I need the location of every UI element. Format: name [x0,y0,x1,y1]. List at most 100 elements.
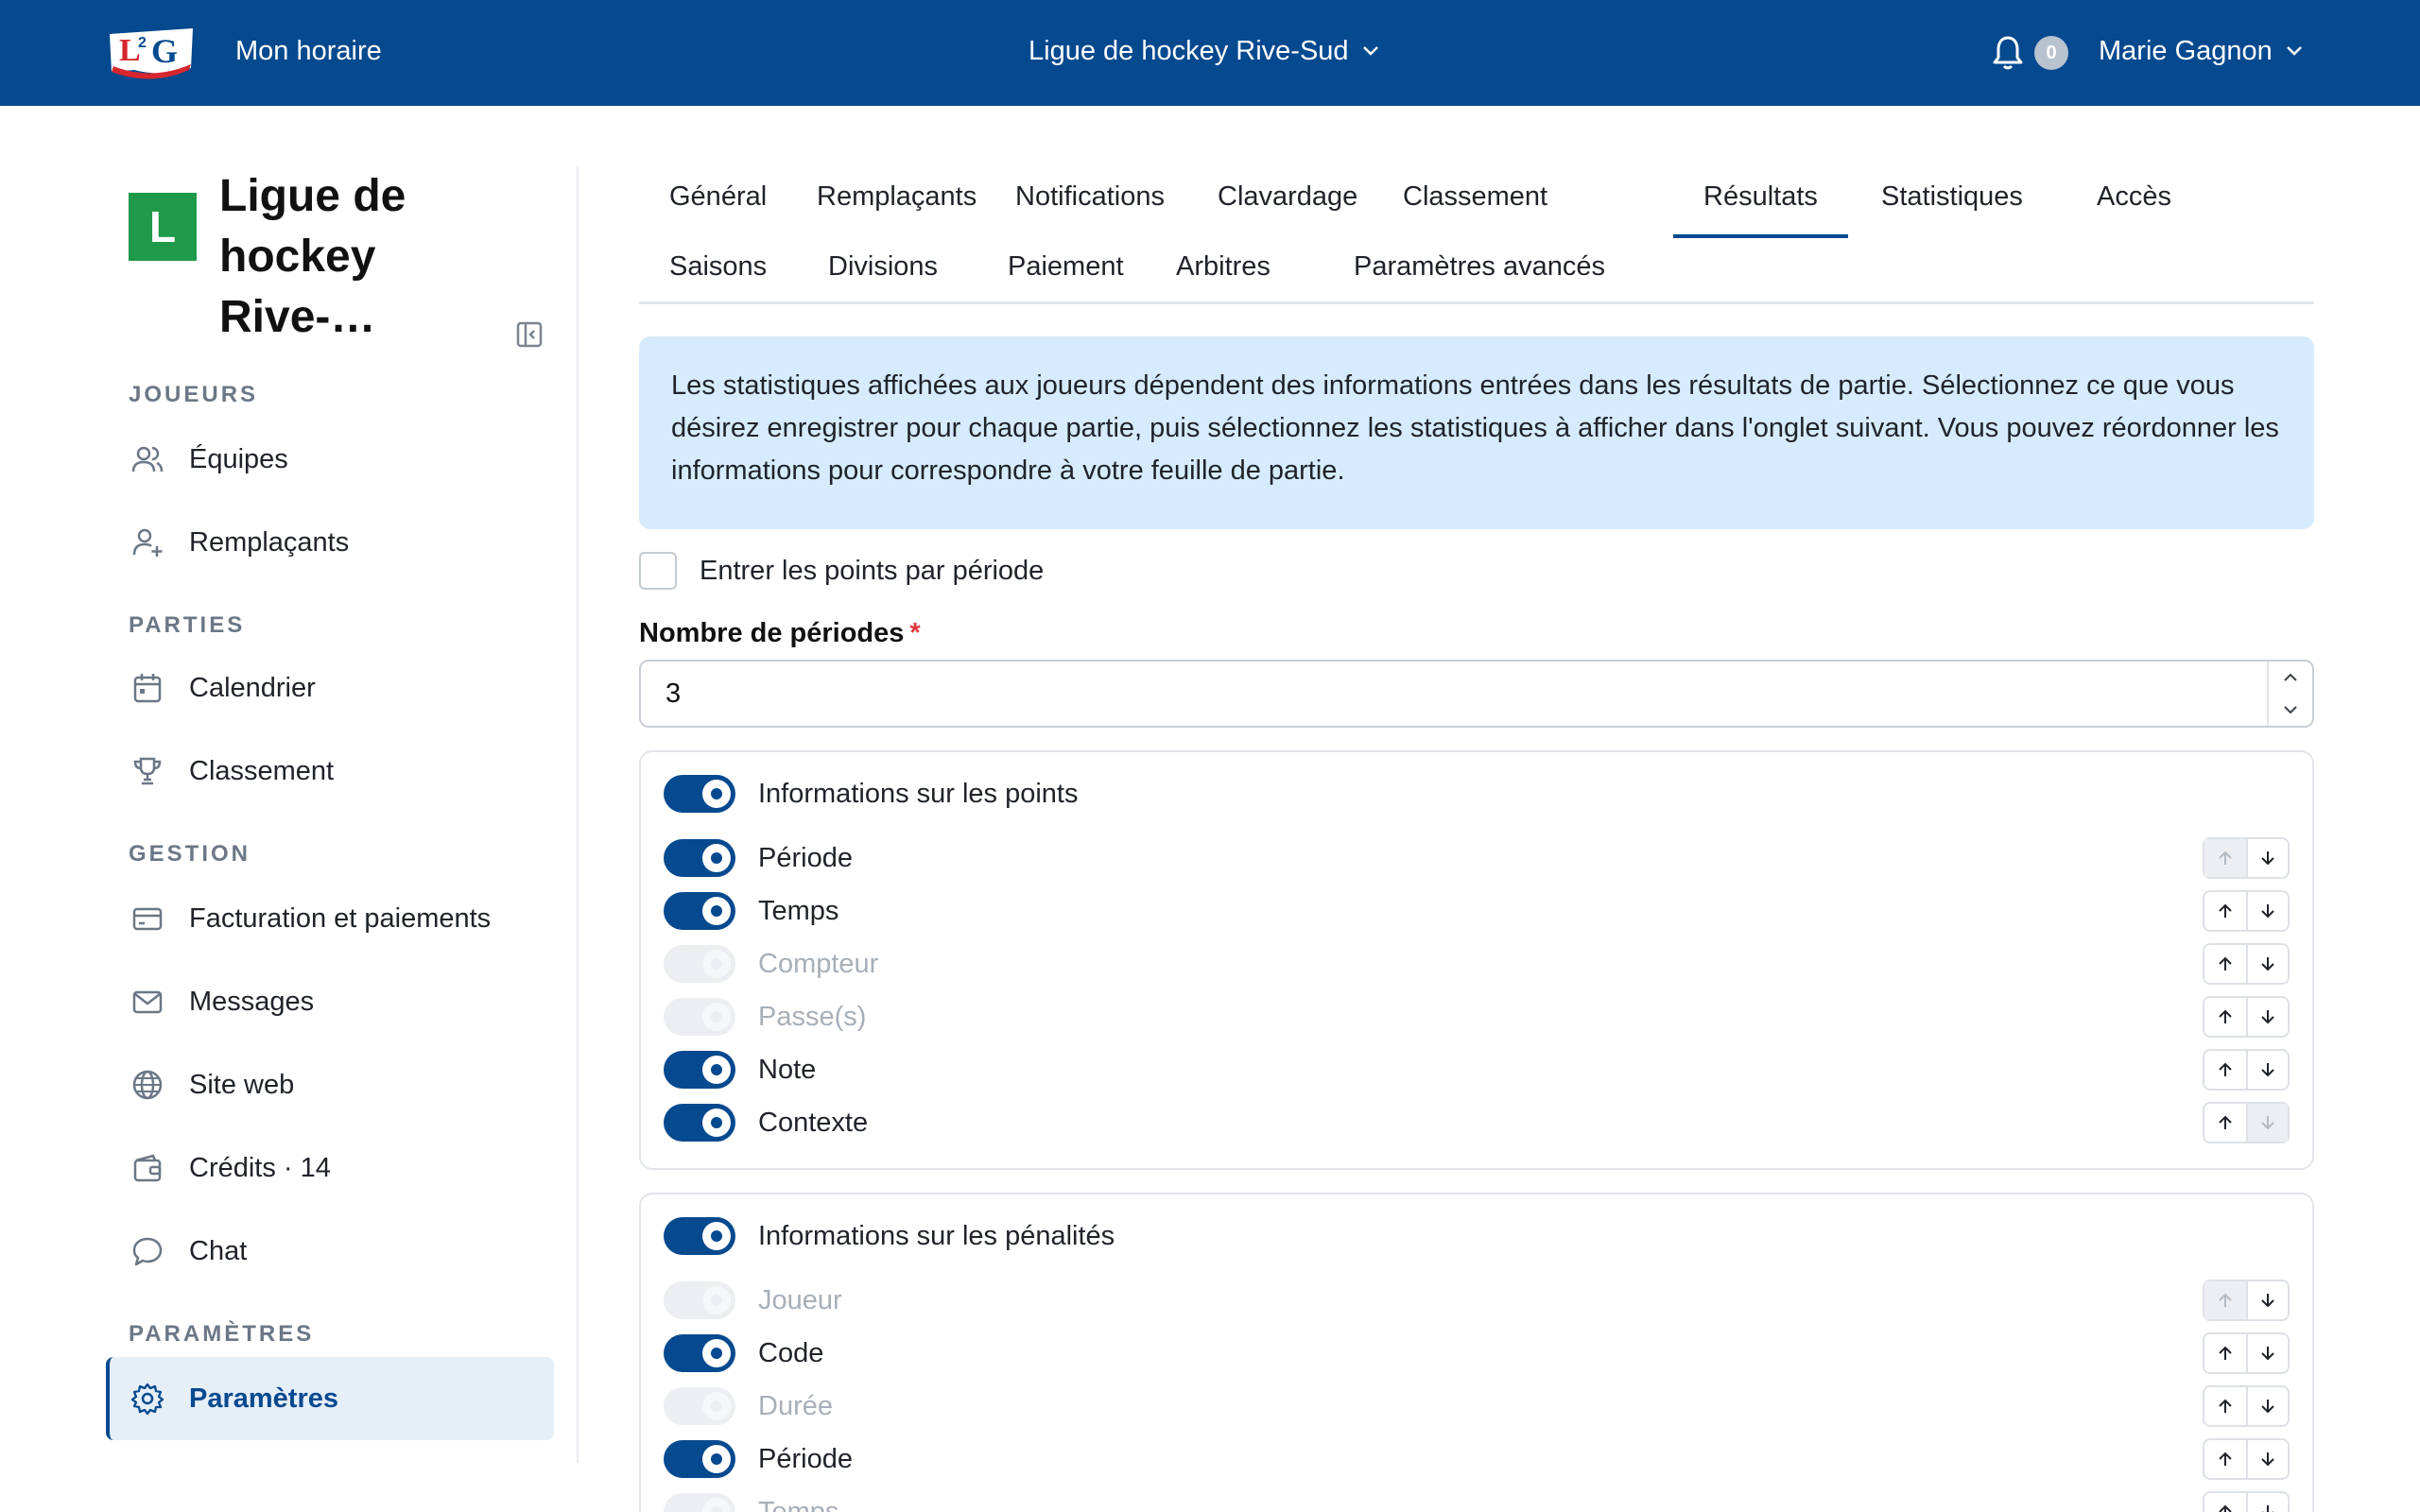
tab-payment[interactable]: Paiement [977,246,1154,287]
sidebar-item-website[interactable]: Site web [106,1047,554,1123]
gear-icon [129,1380,166,1418]
move-down-button[interactable] [2246,998,2288,1036]
field-toggle[interactable] [664,1051,735,1089]
tab-referees[interactable]: Arbitres [1146,246,1301,287]
field-toggle[interactable] [664,1440,735,1478]
my-schedule-link[interactable]: Mon horaire [235,34,382,68]
arrow-down-icon [2262,1505,2273,1512]
move-down-button[interactable] [2246,1281,2288,1319]
move-up-button[interactable] [2204,1493,2246,1512]
sidebar-item-standings[interactable]: Classement [106,733,554,809]
move-up-button[interactable] [2204,839,2246,877]
move-down-button[interactable] [2246,1440,2288,1478]
penalties-info-toggle[interactable] [664,1217,735,1255]
mail-icon [129,983,166,1021]
info-alert: Les statistiques affichées aux joueurs d… [639,336,2314,529]
tab-seasons[interactable]: Saisons [639,246,797,287]
field-label: Joueur [758,1285,842,1315]
field-toggle[interactable] [664,1104,735,1142]
periods-field-label: Nombre de périodes * [639,618,921,649]
move-down-button[interactable] [2246,1387,2288,1425]
tab-advanced-settings[interactable]: Paramètres avancés [1323,246,1635,287]
points-per-period-checkbox[interactable] [639,552,677,590]
arrow-up-icon [2219,956,2232,971]
move-down-button[interactable] [2246,839,2288,877]
stepper-decrement-button[interactable] [2269,694,2312,726]
stepper-increment-button[interactable] [2269,662,2312,694]
arrow-up-icon [2219,1452,2232,1466]
field-label: Note [758,1055,817,1085]
nav-section-title: PARAMÈTRES [129,1321,315,1347]
sidebar-item-calendar[interactable]: Calendrier [106,650,554,726]
points-per-period-option[interactable]: Entrer les points par période [639,552,1044,590]
arrow-up-icon [2219,1009,2232,1023]
nav-section-title: PARTIES [129,612,246,638]
field-toggle[interactable] [664,1281,735,1319]
field-label: Contexte [758,1108,869,1138]
bell-icon[interactable] [1991,34,2025,72]
move-down-button[interactable] [2246,1493,2288,1512]
move-up-button[interactable] [2204,998,2246,1036]
notification-count-badge[interactable]: 0 [2034,36,2068,70]
arrow-up-icon [2219,1346,2232,1360]
tab-standings[interactable]: Classement [1373,176,1578,217]
sidebar-item-messages[interactable]: Messages [106,964,554,1040]
move-up-button[interactable] [2204,945,2246,983]
periods-number-input[interactable]: 3 [639,660,2314,728]
move-up-button[interactable] [2204,1440,2246,1478]
arrow-down-icon [2261,1452,2274,1467]
sidebar-item-substitutes[interactable]: Remplaçants [106,505,554,580]
globe-icon [129,1066,166,1104]
sidebar-item-label: Équipes [189,443,288,474]
tab-divisions[interactable]: Divisions [798,246,968,287]
move-down-button[interactable] [2246,892,2288,930]
tab-results[interactable]: Résultats [1673,176,1848,238]
user-menu[interactable]: Marie Gagnon [2099,34,2303,68]
user-name: Marie Gagnon [2099,36,2273,66]
points-info-toggle[interactable] [664,775,735,813]
sidebar-item-billing[interactable]: Facturation et paiements [106,881,554,956]
chat-icon [129,1232,166,1270]
move-up-button[interactable] [2204,1051,2246,1089]
tab-notifications[interactable]: Notifications [985,176,1195,217]
tab-chat[interactable]: Clavardage [1187,176,1388,217]
sidebar-item-credits[interactable]: Crédits · 14 [106,1130,554,1206]
chevron-down-icon [2286,46,2302,56]
app-logo[interactable]: L 2 G [106,21,197,81]
move-up-button[interactable] [2204,1387,2246,1425]
league-switcher[interactable]: Ligue de hockey Rive-Sud [1028,34,1379,68]
tab-access[interactable]: Accès [2066,176,2202,217]
field-toggle[interactable] [664,945,735,983]
tab-general[interactable]: Général [639,176,797,217]
move-up-button[interactable] [2204,892,2246,930]
sidebar-item-teams[interactable]: Équipes [106,421,554,497]
field-toggle[interactable] [664,1334,735,1372]
sidebar-item-chat[interactable]: Chat [106,1213,554,1289]
field-toggle[interactable] [664,1387,735,1425]
nav-section-title: JOUEURS [129,382,259,407]
info-text: Les statistiques affichées aux joueurs d… [671,370,2279,486]
field-label: Période [758,1444,853,1474]
move-down-button[interactable] [2246,945,2288,983]
sidebar-item-settings[interactable]: Paramètres [106,1357,554,1440]
sidebar-item-label: Site web [189,1069,295,1100]
trophy-icon [129,752,166,790]
move-down-button[interactable] [2246,1104,2288,1142]
field-toggle[interactable] [664,998,735,1036]
tab-substitutes[interactable]: Remplaçants [786,176,1007,217]
periods-stepper [2267,662,2312,726]
field-toggle[interactable] [664,1493,735,1512]
tab-statistics[interactable]: Statistiques [1851,176,2053,217]
move-up-button[interactable] [2204,1281,2246,1319]
sidebar-item-label: Facturation et paiements [189,902,492,934]
periods-value[interactable]: 3 [666,677,681,711]
move-up-button[interactable] [2204,1334,2246,1372]
collapse-sidebar-icon[interactable] [516,321,543,348]
move-up-button[interactable] [2204,1104,2246,1142]
move-down-button[interactable] [2246,1051,2288,1089]
field-toggle[interactable] [664,892,735,930]
sidebar-item-label: Messages [189,986,315,1017]
move-down-button[interactable] [2246,1334,2288,1372]
field-toggle[interactable] [664,839,735,877]
league-avatar: L [129,193,197,261]
